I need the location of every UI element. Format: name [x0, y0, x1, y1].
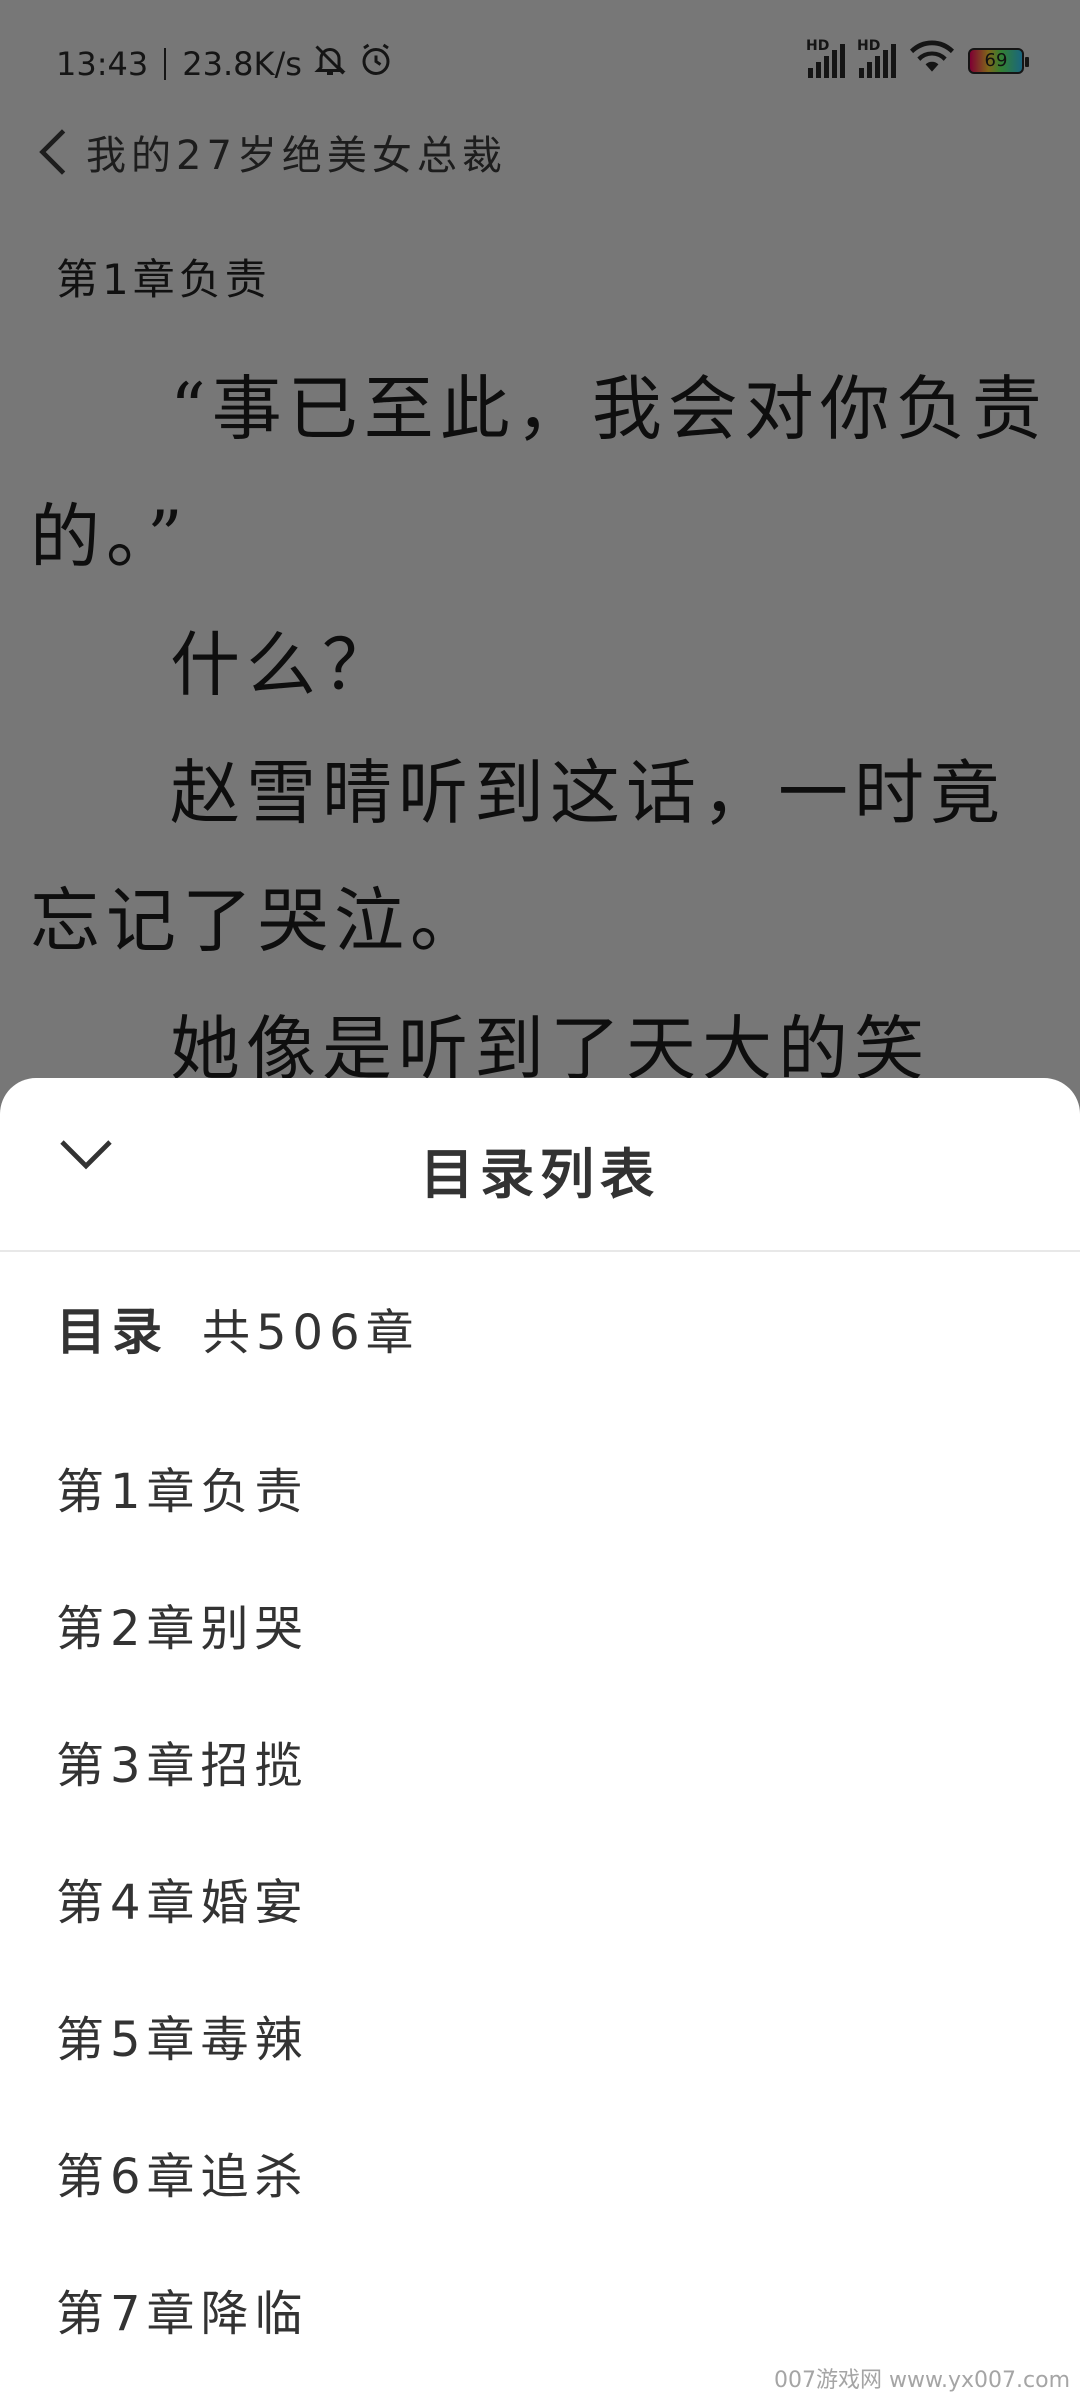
- chapter-list: 第1章负责 第2章别哭 第3章招揽 第4章婚宴 第5章毒辣 第6章追杀 第7章降…: [0, 1424, 1080, 2383]
- chapter-item[interactable]: 第3章招揽: [0, 1698, 1080, 1835]
- site-watermark: 007游戏网 www.yx007.com: [774, 2368, 1070, 2393]
- chapter-item[interactable]: 第5章毒辣: [0, 1972, 1080, 2109]
- chapter-item[interactable]: 第6章追杀: [0, 2109, 1080, 2246]
- sheet-title: 目录列表: [420, 1143, 660, 1206]
- chapter-count: 共506章: [202, 1305, 420, 1361]
- toc-bottom-sheet: 目录列表 目录 共506章 第1章负责 第2章别哭 第3章招揽 第4章婚宴 第5…: [0, 1078, 1080, 2400]
- toc-summary: 目录 共506章: [56, 1292, 420, 1364]
- sheet-header: 目录列表: [0, 1078, 1080, 1252]
- chapter-item[interactable]: 第4章婚宴: [0, 1835, 1080, 1972]
- chapter-item[interactable]: 第1章负责: [0, 1424, 1080, 1561]
- toc-label: 目录: [56, 1303, 168, 1361]
- chapter-item[interactable]: 第2章别哭: [0, 1561, 1080, 1698]
